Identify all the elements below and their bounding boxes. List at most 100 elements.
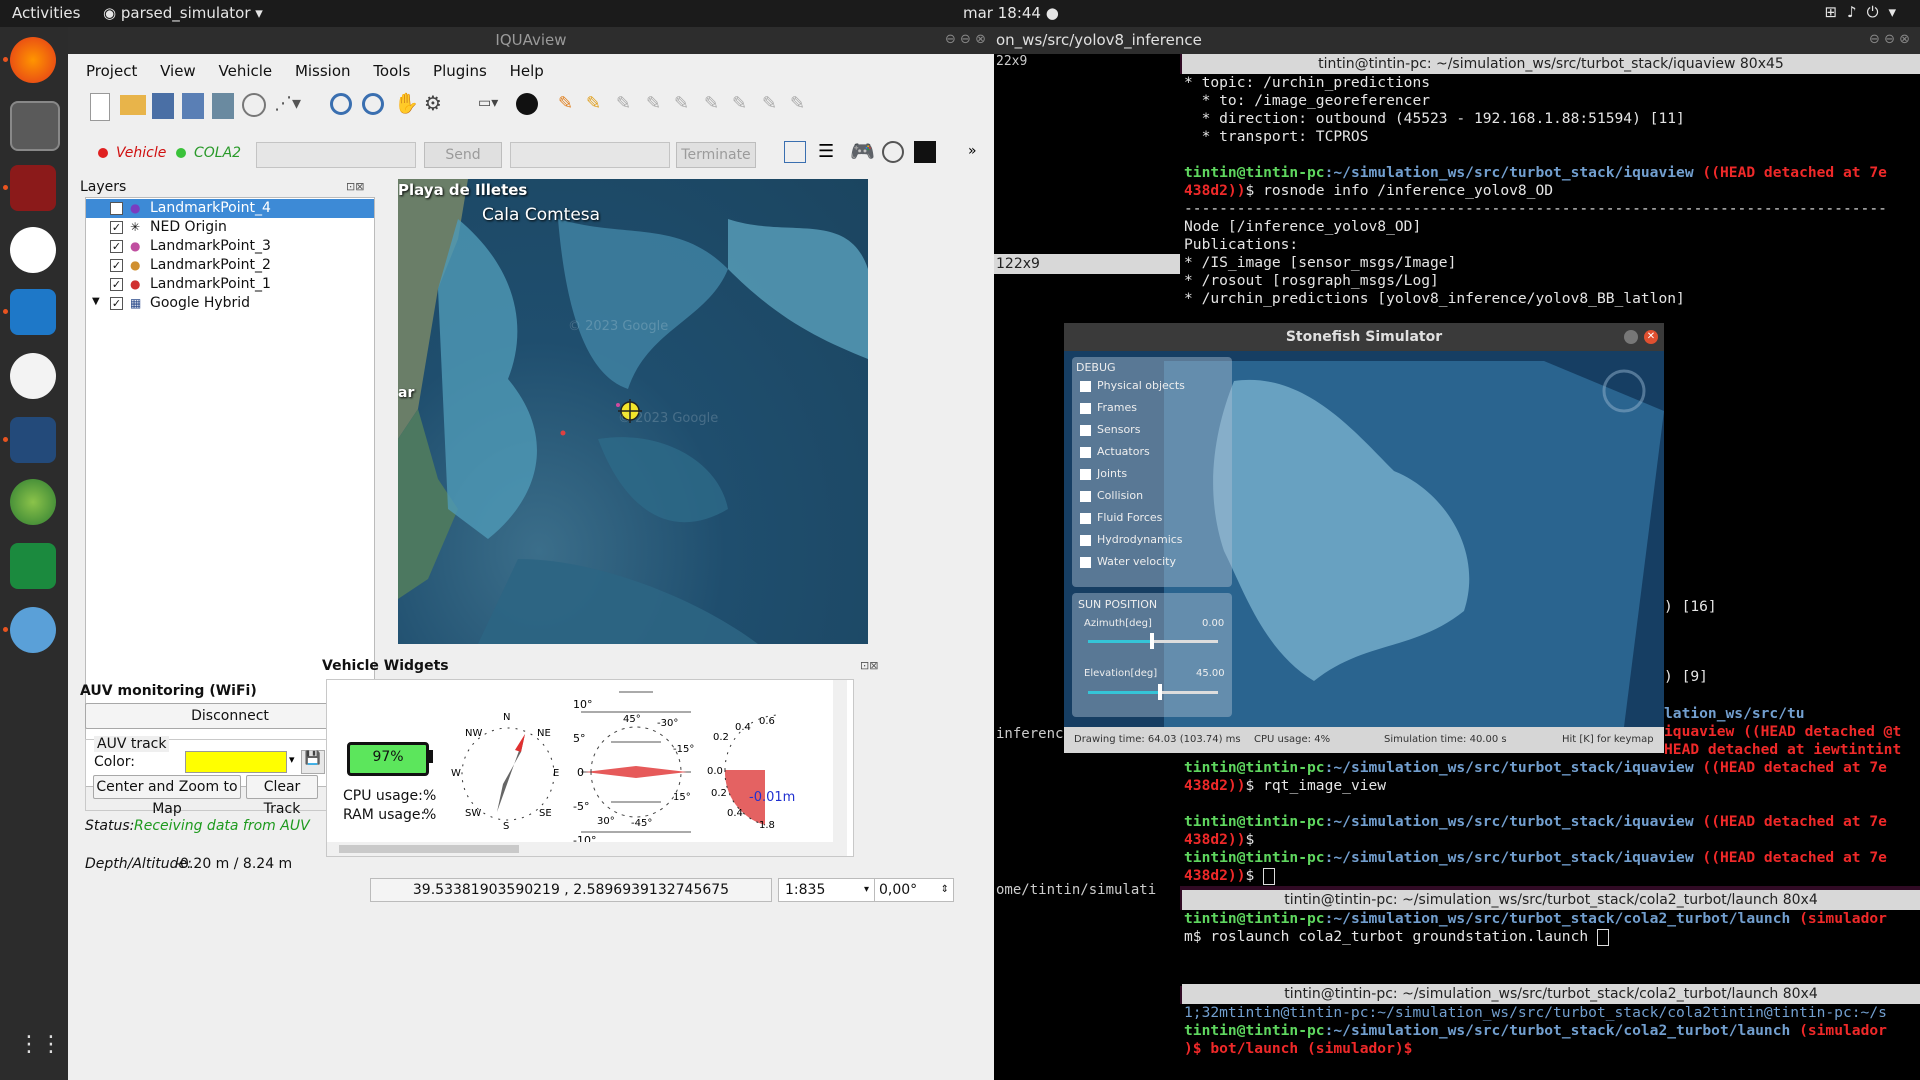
dropdown-arrow-icon[interactable]: ▾ (864, 879, 869, 901)
slider-handle[interactable] (1150, 633, 1154, 649)
color-dropdown-icon[interactable]: ▾ (289, 753, 295, 766)
window-controls[interactable]: ⊖ ⊖ ⊗ (1869, 32, 1910, 47)
layer-landmarkpoint-4[interactable]: ✓ ● LandmarkPoint_4 (86, 199, 374, 218)
elevation-slider[interactable] (1088, 684, 1218, 700)
mission-tool-7-icon[interactable]: ✎ (790, 93, 816, 119)
mission-tool-1-icon[interactable]: ✎ (616, 93, 642, 119)
add-layer-icon[interactable]: ⋰▾ (274, 93, 301, 119)
scale-combo[interactable]: 1:835 ▾ (778, 878, 876, 902)
open-icon[interactable] (120, 95, 146, 115)
terminate-button[interactable]: Terminate (676, 142, 756, 168)
menu-vehicle[interactable]: Vehicle (219, 62, 273, 80)
zoom-out-icon[interactable] (362, 93, 384, 115)
new-project-icon[interactable] (90, 93, 110, 121)
vehicle-label[interactable]: Vehicle (116, 145, 166, 161)
save-icon[interactable] (152, 93, 174, 119)
layer-checkbox[interactable]: ✓ (110, 202, 123, 215)
send-button[interactable]: Send (424, 142, 502, 168)
files-icon[interactable] (10, 101, 60, 151)
layer-google-hybrid[interactable]: ▼ ✓ ▦ Google Hybrid (86, 294, 374, 313)
menu-plugins[interactable]: Plugins (433, 62, 487, 80)
mission-tool-5-icon[interactable]: ✎ (732, 93, 758, 119)
options-icon[interactable] (242, 93, 266, 117)
monitor-icon[interactable] (914, 141, 936, 163)
terminal-server-icon[interactable] (10, 165, 56, 211)
debug-frames[interactable]: Frames (1080, 401, 1137, 414)
iquaview-icon[interactable] (10, 417, 56, 463)
menu-project[interactable]: Project (86, 62, 137, 80)
checkbox[interactable] (1080, 534, 1091, 546)
mission-tool-3-icon[interactable]: ✎ (674, 93, 700, 119)
debug-hydrodynamics[interactable]: Hydrodynamics (1080, 533, 1183, 546)
stonefish-icon[interactable] (10, 607, 56, 653)
checkbox[interactable] (1080, 424, 1091, 436)
power-icon[interactable]: ⏻ (1867, 3, 1889, 21)
checkbox[interactable] (1080, 402, 1091, 414)
layer-checkbox[interactable]: ✓ (110, 297, 123, 310)
checkbox[interactable] (1080, 490, 1091, 502)
close-icon[interactable]: ⊗ (975, 32, 986, 47)
panel-controls[interactable]: ⊡⊠ (346, 180, 364, 193)
azimuth-slider[interactable] (1088, 633, 1218, 649)
vscode-icon[interactable] (10, 289, 56, 335)
layer-landmarkpoint-2[interactable]: ✓ ● LandmarkPoint_2 (86, 256, 374, 275)
zoom-in-icon[interactable] (330, 93, 352, 115)
vertical-scrollbar[interactable] (833, 680, 847, 856)
menu-tools[interactable]: Tools (373, 62, 410, 80)
print-layout-icon[interactable] (212, 93, 234, 119)
save-as-icon[interactable] (182, 93, 204, 119)
checkbox[interactable] (1080, 556, 1091, 568)
qgis-icon[interactable] (10, 479, 56, 525)
save-track-icon[interactable]: 💾 (301, 750, 325, 774)
menu-view[interactable]: View (160, 62, 196, 80)
expand-arrow-icon[interactable]: ▼ (92, 296, 100, 307)
menu-help[interactable]: Help (510, 62, 544, 80)
layer-checkbox[interactable]: ✓ (110, 259, 123, 272)
list-icon[interactable]: ☰ (818, 141, 844, 167)
record-icon[interactable] (516, 93, 538, 115)
layer-ned-origin[interactable]: ✓ ✳ NED Origin (86, 218, 374, 237)
command-combo[interactable] (256, 142, 416, 168)
measure-icon[interactable]: ▭▾ (478, 95, 504, 121)
layer-checkbox[interactable]: ✓ (110, 278, 123, 291)
spin-arrows-icon[interactable]: ⇕ (941, 879, 949, 901)
checkbox[interactable] (1080, 380, 1091, 392)
mission-tool-2-icon[interactable]: ✎ (646, 93, 672, 119)
panel-controls[interactable]: ⊡⊠ (860, 659, 878, 672)
minimize-icon[interactable]: ⊖ (945, 32, 956, 47)
center-zoom-button[interactable]: Center and Zoom to Map (93, 775, 241, 817)
checkbox[interactable] (1080, 512, 1091, 524)
gamepad-icon[interactable]: 🎮 (850, 139, 876, 165)
coordinates-display[interactable]: 39.53381903590219 , 2.5896939132745675 (370, 878, 772, 902)
mission-tool-6-icon[interactable]: ✎ (762, 93, 788, 119)
debug-joints[interactable]: Joints (1080, 467, 1127, 480)
clear-track-button[interactable]: Clear Track (246, 775, 318, 817)
rotation-input[interactable]: 0,00° ⇕ (874, 878, 954, 902)
slack-icon[interactable] (10, 227, 56, 273)
checkbox[interactable] (1080, 446, 1091, 458)
clock[interactable]: mar 18:44 ● (963, 4, 1059, 22)
activities-button[interactable]: Activities (12, 4, 80, 22)
pdf-viewer-icon[interactable] (10, 353, 56, 399)
network-icon[interactable]: ⊞ (1824, 3, 1847, 21)
track-color-picker[interactable] (185, 751, 287, 773)
table-icon[interactable] (784, 141, 806, 163)
mission-combo[interactable] (510, 142, 670, 168)
settings-icon[interactable]: ⚙ (424, 91, 450, 117)
mission-tool-4-icon[interactable]: ✎ (704, 93, 730, 119)
firefox-icon[interactable] (10, 37, 56, 83)
map-canvas[interactable]: Playa de Illetes Cala Comtesa ar © 2023 … (398, 179, 868, 644)
cola2-label[interactable]: COLA2 (194, 145, 241, 161)
load-mission-icon[interactable]: ✎ (586, 93, 612, 119)
debug-sensors[interactable]: Sensors (1080, 423, 1140, 436)
layer-landmarkpoint-1[interactable]: ✓ ● LandmarkPoint_1 (86, 275, 374, 294)
layer-checkbox[interactable]: ✓ (110, 221, 123, 234)
close-icon[interactable]: ✕ (1644, 330, 1658, 344)
volume-icon[interactable]: ♪ (1847, 3, 1867, 21)
spreadsheet-icon[interactable] (10, 543, 56, 589)
minimize-icon[interactable] (1624, 330, 1638, 344)
pan-icon[interactable]: ✋ (394, 91, 420, 117)
layer-checkbox[interactable]: ✓ (110, 240, 123, 253)
new-mission-icon[interactable]: ✎ (558, 93, 584, 119)
checkbox[interactable] (1080, 468, 1091, 480)
